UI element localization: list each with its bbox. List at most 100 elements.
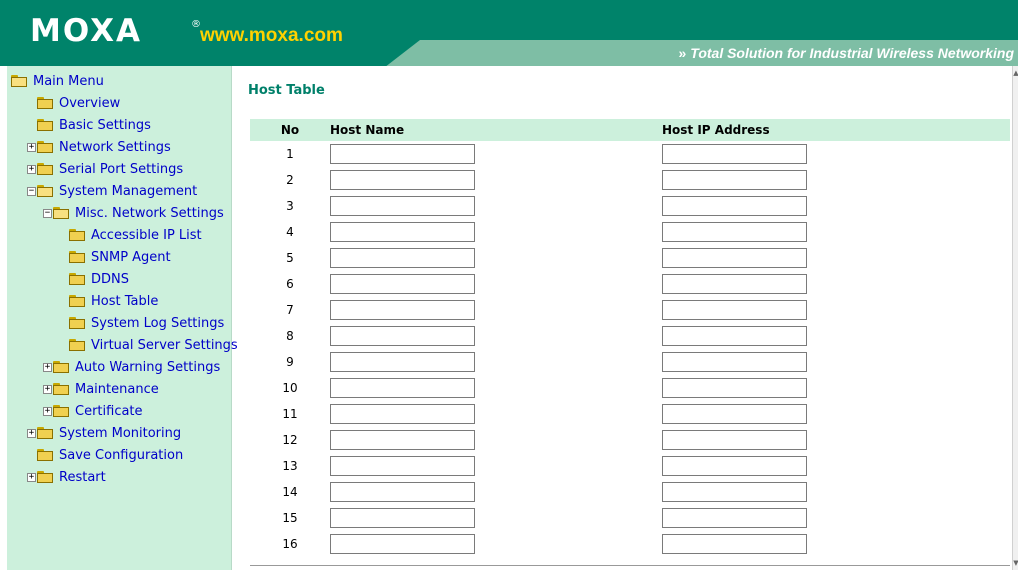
table-row: 6 xyxy=(250,271,1010,297)
vertical-scrollbar[interactable]: ▲ ▼ xyxy=(1012,66,1018,570)
sidebar-item-label[interactable]: Restart xyxy=(59,470,106,485)
host-ip-input[interactable] xyxy=(662,404,807,424)
folder-icon xyxy=(69,273,85,285)
scroll-down-arrow-icon[interactable]: ▼ xyxy=(1013,558,1018,568)
folder-icon xyxy=(69,317,85,329)
host-name-input[interactable] xyxy=(330,326,475,346)
host-ip-input[interactable] xyxy=(662,248,807,268)
expand-icon[interactable]: + xyxy=(27,428,36,438)
host-ip-input[interactable] xyxy=(662,430,807,450)
sidebar-item[interactable]: DDNS xyxy=(59,268,129,290)
row-number: 6 xyxy=(286,277,294,291)
host-ip-input[interactable] xyxy=(662,352,807,372)
sidebar-item-label[interactable]: Host Table xyxy=(91,294,158,309)
sidebar-item-label[interactable]: Misc. Network Settings xyxy=(75,206,224,221)
host-name-input[interactable] xyxy=(330,456,475,476)
host-name-input[interactable] xyxy=(330,482,475,502)
sidebar-item-label[interactable]: Auto Warning Settings xyxy=(75,360,220,375)
site-url-link[interactable]: www.moxa.com xyxy=(200,26,343,45)
host-name-input[interactable] xyxy=(330,222,475,242)
open-folder-icon xyxy=(11,75,27,87)
host-name-input[interactable] xyxy=(330,274,475,294)
sidebar-item[interactable]: Accessible IP List xyxy=(59,224,202,246)
sidebar-item-label[interactable]: Main Menu xyxy=(33,74,104,89)
host-name-input[interactable] xyxy=(330,508,475,528)
host-ip-cell xyxy=(662,427,1010,453)
sidebar-item[interactable]: System Log Settings xyxy=(59,312,224,334)
expand-icon[interactable]: + xyxy=(43,384,52,394)
sidebar-item-label[interactable]: SNMP Agent xyxy=(91,250,171,265)
sidebar-item-label[interactable]: Accessible IP List xyxy=(91,228,202,243)
sidebar-item[interactable]: + System Monitoring xyxy=(27,422,181,444)
sidebar-item-label[interactable]: System Management xyxy=(59,184,197,199)
table-row: 13 xyxy=(250,453,1010,479)
sidebar-item-label[interactable]: System Log Settings xyxy=(91,316,224,331)
row-number: 4 xyxy=(286,225,294,239)
header-banner: MOXA ® www.moxa.com » Total Solution for … xyxy=(0,0,1018,66)
host-ip-input[interactable] xyxy=(662,222,807,242)
sidebar-item[interactable]: + Restart xyxy=(27,466,106,488)
sidebar-item[interactable]: + Network Settings xyxy=(27,136,171,158)
host-name-input[interactable] xyxy=(330,534,475,554)
expand-icon[interactable]: + xyxy=(27,472,36,482)
host-name-input[interactable] xyxy=(330,404,475,424)
host-ip-input[interactable] xyxy=(662,144,807,164)
sidebar-item-label[interactable]: System Monitoring xyxy=(59,426,181,441)
host-ip-input[interactable] xyxy=(662,196,807,216)
sidebar-item[interactable]: Basic Settings xyxy=(27,114,151,136)
sidebar-item[interactable]: − System Management xyxy=(27,180,197,202)
sidebar-item[interactable]: Save Configuration xyxy=(27,444,183,466)
host-ip-input[interactable] xyxy=(662,456,807,476)
sidebar-item-label[interactable]: Virtual Server Settings xyxy=(91,338,238,353)
host-ip-input[interactable] xyxy=(662,482,807,502)
sidebar-item-label[interactable]: Serial Port Settings xyxy=(59,162,183,177)
host-name-input[interactable] xyxy=(330,196,475,216)
sidebar-item-label[interactable]: Network Settings xyxy=(59,140,171,155)
host-name-cell xyxy=(330,479,662,505)
expand-icon[interactable]: + xyxy=(43,406,52,416)
host-ip-input[interactable] xyxy=(662,508,807,528)
sidebar-item[interactable]: Overview xyxy=(27,92,120,114)
host-ip-input[interactable] xyxy=(662,326,807,346)
sidebar-item[interactable]: Main Menu xyxy=(11,70,104,92)
sidebar-item-label[interactable]: DDNS xyxy=(91,272,129,287)
sidebar-item[interactable]: + Serial Port Settings xyxy=(27,158,183,180)
host-name-input[interactable] xyxy=(330,430,475,450)
collapse-icon[interactable]: − xyxy=(43,208,52,218)
collapse-icon[interactable]: − xyxy=(27,186,36,196)
sidebar-item-label[interactable]: Certificate xyxy=(75,404,143,419)
host-name-input[interactable] xyxy=(330,300,475,320)
expand-icon[interactable]: + xyxy=(27,142,36,152)
folder-icon xyxy=(69,251,85,263)
sidebar-item[interactable]: + Certificate xyxy=(43,400,143,422)
host-name-input[interactable] xyxy=(330,352,475,372)
sidebar-item[interactable]: Virtual Server Settings xyxy=(59,334,238,356)
host-ip-input[interactable] xyxy=(662,534,807,554)
expand-icon[interactable]: + xyxy=(27,164,36,174)
sidebar-item-label[interactable]: Maintenance xyxy=(75,382,159,397)
host-name-input[interactable] xyxy=(330,378,475,398)
sidebar-item-label[interactable]: Save Configuration xyxy=(59,448,183,463)
host-ip-cell xyxy=(662,193,1010,219)
host-ip-input[interactable] xyxy=(662,378,807,398)
host-ip-input[interactable] xyxy=(662,300,807,320)
sidebar-item-label[interactable]: Overview xyxy=(59,96,120,111)
divider xyxy=(250,565,1010,566)
host-name-input[interactable] xyxy=(330,144,475,164)
sidebar-item[interactable]: − Misc. Network Settings xyxy=(43,202,224,224)
sidebar-item[interactable]: + Auto Warning Settings xyxy=(43,356,220,378)
host-name-input[interactable] xyxy=(330,248,475,268)
host-name-input[interactable] xyxy=(330,170,475,190)
sidebar-item[interactable]: SNMP Agent xyxy=(59,246,171,268)
host-ip-input[interactable] xyxy=(662,170,807,190)
sidebar-item[interactable]: + Maintenance xyxy=(43,378,159,400)
column-header-host-ip: Host IP Address xyxy=(662,119,1010,141)
sidebar-item[interactable]: Host Table xyxy=(59,290,158,312)
scroll-up-arrow-icon[interactable]: ▲ xyxy=(1013,68,1018,78)
table-row: 5 xyxy=(250,245,1010,271)
host-ip-input[interactable] xyxy=(662,274,807,294)
column-header-host-name: Host Name xyxy=(330,119,662,141)
host-name-cell xyxy=(330,193,662,219)
sidebar-item-label[interactable]: Basic Settings xyxy=(59,118,151,133)
expand-icon[interactable]: + xyxy=(43,362,52,372)
